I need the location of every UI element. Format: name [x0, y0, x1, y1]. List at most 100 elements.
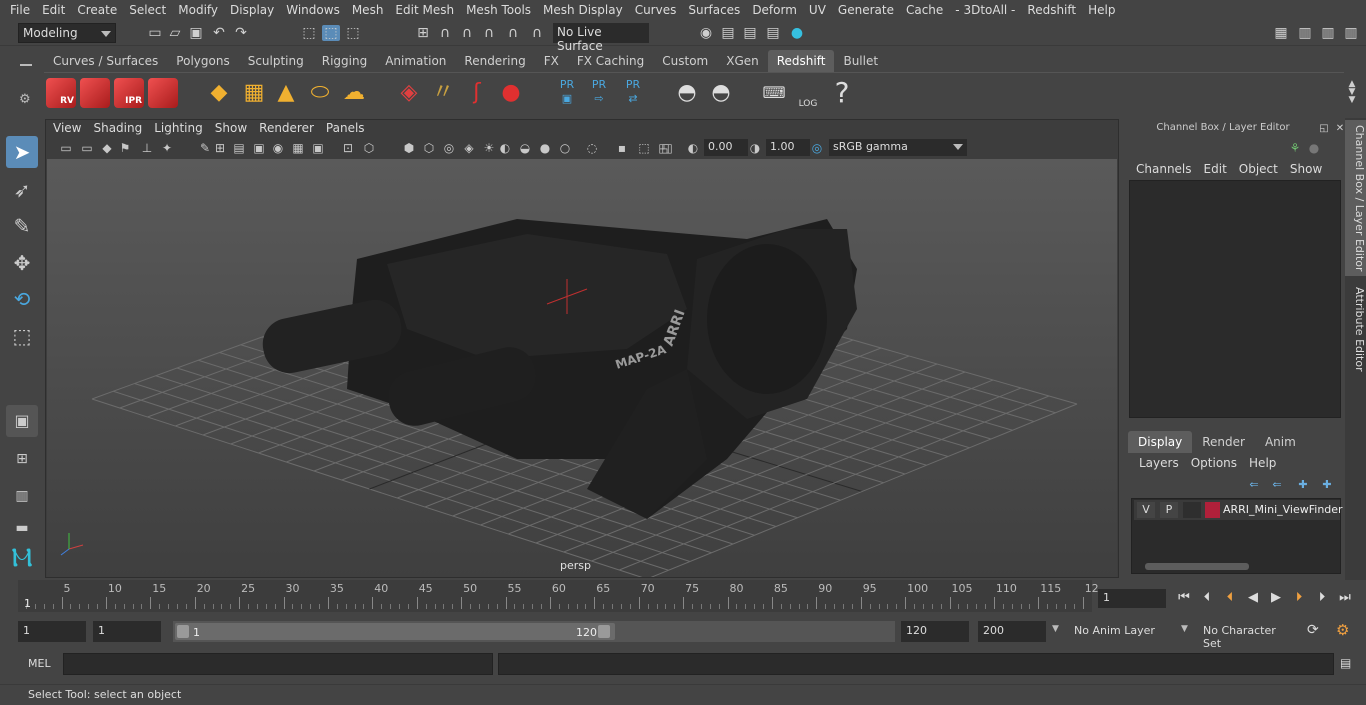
- shelf-tab-xgen[interactable]: XGen: [717, 50, 768, 72]
- rotate-tool-button[interactable]: ⟲: [6, 283, 38, 315]
- viewport-menu-show[interactable]: Show: [209, 120, 253, 138]
- spot-light-icon[interactable]: ▲: [271, 78, 301, 108]
- step-back-key-icon[interactable]: ⏴: [1221, 589, 1239, 607]
- range-start-handle[interactable]: [177, 625, 189, 638]
- play-forward-icon[interactable]: ▶: [1267, 589, 1285, 607]
- menu-cache[interactable]: Cache: [900, 3, 949, 17]
- dome-light-icon[interactable]: ⬭: [305, 78, 335, 108]
- current-frame-field[interactable]: 1: [1098, 589, 1166, 608]
- menu-redshift[interactable]: Redshift: [1021, 3, 1082, 17]
- image-plane-icon[interactable]: ⚑: [118, 141, 132, 155]
- menu-display[interactable]: Display: [224, 3, 280, 17]
- select-tool-button[interactable]: ➤: [6, 136, 38, 168]
- ambient-occlusion-icon[interactable]: ⬡: [422, 141, 436, 155]
- move-tool-button[interactable]: ✥: [6, 247, 38, 279]
- go-to-start-icon[interactable]: ⏮: [1175, 589, 1193, 607]
- pr-export-button[interactable]: PR ⇨: [584, 78, 614, 108]
- shelf-tab-fx[interactable]: FX: [535, 50, 568, 72]
- move-layer-up-icon[interactable]: ⇐: [1245, 477, 1263, 493]
- menu-edit[interactable]: Edit: [36, 3, 71, 17]
- redo-icon[interactable]: ↷: [232, 25, 250, 41]
- shelf-tab-custom[interactable]: Custom: [653, 50, 717, 72]
- new-layer-icon[interactable]: ✚: [1294, 477, 1312, 493]
- layer-name[interactable]: ARRI_Mini_ViewFinder: [1223, 503, 1343, 516]
- snap-view-icon[interactable]: ∩: [480, 25, 498, 41]
- tab-channel-box[interactable]: Channel Box / Layer Editor: [1345, 120, 1366, 276]
- shelf-tab-rigging[interactable]: Rigging: [313, 50, 376, 72]
- select-object-icon[interactable]: ⬚: [322, 25, 340, 41]
- hypershade-icon[interactable]: ●: [788, 25, 806, 41]
- menu-generate[interactable]: Generate: [832, 3, 900, 17]
- play-backward-icon[interactable]: ◀: [1244, 589, 1262, 607]
- backface-culling-icon[interactable]: ○: [558, 141, 572, 155]
- menu-mesh[interactable]: Mesh: [346, 3, 390, 17]
- xray-icon[interactable]: ◐: [498, 141, 512, 155]
- channel-menu-object[interactable]: Object: [1233, 162, 1284, 176]
- script-editor-icon[interactable]: ▤: [1340, 656, 1351, 670]
- channel-menu-edit[interactable]: Edit: [1198, 162, 1233, 176]
- pr-swap-button[interactable]: PR ⇄: [618, 78, 648, 108]
- range-end-handle[interactable]: [598, 625, 610, 638]
- step-forward-icon[interactable]: ⏵: [1313, 589, 1331, 607]
- viewport-menu-renderer[interactable]: Renderer: [253, 120, 320, 138]
- menu-modify[interactable]: Modify: [172, 3, 224, 17]
- menu-mesh-display[interactable]: Mesh Display: [537, 3, 629, 17]
- shelf-options[interactable]: ⚙: [18, 56, 34, 112]
- redshift-settings-button[interactable]: [148, 78, 178, 108]
- shelf-tab-rendering[interactable]: Rendering: [455, 50, 534, 72]
- viewport-menu-lighting[interactable]: Lighting: [148, 120, 209, 138]
- pr-cube-button[interactable]: PR ▣: [552, 78, 582, 108]
- open-scene-icon[interactable]: ▱: [166, 25, 184, 41]
- textured-icon[interactable]: ⊡: [341, 141, 355, 155]
- xray-joints-icon[interactable]: ●: [538, 141, 552, 155]
- render-frame-icon[interactable]: ▤: [719, 25, 737, 41]
- shelf-scroll[interactable]: ▲ ▼ ▼: [1343, 80, 1361, 105]
- render-view-icon[interactable]: ◉: [697, 25, 715, 41]
- menu-3dtoall[interactable]: - 3DtoAll -: [949, 3, 1021, 17]
- redshift-ipr-button[interactable]: IPR: [114, 78, 144, 108]
- material-icon[interactable]: ◓: [672, 78, 702, 108]
- portal-light-icon[interactable]: ▦: [239, 78, 269, 108]
- go-to-end-icon[interactable]: ⏭: [1336, 589, 1354, 607]
- channel-menu-channels[interactable]: Channels: [1130, 162, 1198, 176]
- menu-help[interactable]: Help: [1082, 3, 1121, 17]
- layer-playback-toggle[interactable]: P: [1160, 502, 1178, 518]
- step-back-icon[interactable]: ⏴: [1198, 589, 1216, 607]
- grid-icon[interactable]: ⊥: [140, 141, 154, 155]
- shelf-tab-polygons[interactable]: Polygons: [167, 50, 238, 72]
- character-set-select[interactable]: No Character Set: [1199, 621, 1299, 650]
- log-button[interactable]: LOG: [793, 78, 823, 109]
- film-gate-icon[interactable]: ✦: [160, 141, 174, 155]
- default-material-icon[interactable]: ▣: [311, 141, 325, 155]
- shelf-tab-fx-caching[interactable]: FX Caching: [568, 50, 653, 72]
- shadows-icon[interactable]: ⬢: [402, 141, 416, 155]
- range-slider-bar[interactable]: [175, 623, 615, 640]
- gamma-field[interactable]: 1.00: [766, 139, 810, 156]
- command-language-label[interactable]: MEL: [28, 657, 51, 670]
- gamma-icon[interactable]: ◑: [748, 141, 762, 155]
- channel-box-list[interactable]: [1129, 180, 1341, 418]
- scroll-thumb[interactable]: [1145, 563, 1249, 570]
- playback-end-field[interactable]: 120: [901, 621, 969, 642]
- redshift-batch-render-button[interactable]: [80, 78, 110, 108]
- snap-surface-icon[interactable]: ∩: [504, 25, 522, 41]
- select-hierarchy-icon[interactable]: ⬚: [300, 25, 318, 41]
- animation-prefs-icon[interactable]: ⚙: [1336, 621, 1349, 639]
- tab-attribute-editor[interactable]: Attribute Editor: [1345, 284, 1366, 374]
- xray-active-icon[interactable]: ◒: [518, 141, 532, 155]
- overlay-icon[interactable]: ◱: [660, 141, 674, 155]
- new-layer-selected-icon[interactable]: ✚: [1318, 477, 1336, 493]
- layer-display-type[interactable]: [1183, 502, 1201, 518]
- area-light-icon[interactable]: ◆: [204, 78, 234, 108]
- layer-scrollbar[interactable]: [1133, 561, 1337, 572]
- exposure-icon[interactable]: ◐: [686, 141, 700, 155]
- live-surface-field[interactable]: No Live Surface: [553, 23, 649, 53]
- snap-curve-icon[interactable]: ∩: [436, 25, 454, 41]
- command-input[interactable]: [63, 653, 493, 675]
- menu-select[interactable]: Select: [123, 3, 172, 17]
- shelf-tab-curves-surfaces[interactable]: Curves / Surfaces: [44, 50, 167, 72]
- menu-create[interactable]: Create: [71, 3, 123, 17]
- single-pane-layout-button[interactable]: ▣: [6, 405, 38, 437]
- sun-light-icon[interactable]: ☁: [339, 78, 369, 108]
- channel-filter-icon[interactable]: ⚘: [1286, 140, 1304, 156]
